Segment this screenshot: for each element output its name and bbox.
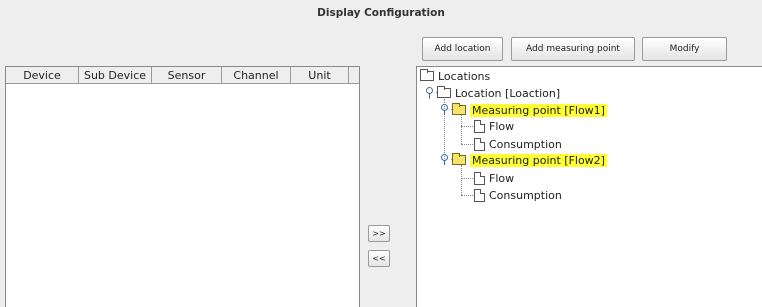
tree-label: Consumption xyxy=(489,188,562,202)
column-header-sub-device[interactable]: Sub Device xyxy=(79,67,152,83)
page-title: Display Configuration xyxy=(317,7,445,19)
collapse-toggle-icon[interactable] xyxy=(440,154,449,165)
tree-connector xyxy=(461,115,462,144)
column-header-unit[interactable]: Unit xyxy=(291,67,349,83)
tree-connector xyxy=(461,178,473,179)
tree-label: Measuring point [Flow2] xyxy=(470,153,607,167)
tree-connector xyxy=(461,126,473,127)
document-icon xyxy=(474,119,485,133)
tree-label: Consumption xyxy=(489,137,562,151)
column-header-channel[interactable]: Channel xyxy=(222,67,291,83)
tree-node-consumption[interactable]: Consumption xyxy=(474,187,562,203)
column-header-device[interactable]: Device xyxy=(6,67,79,83)
tree-node-flow[interactable]: Flow xyxy=(474,118,514,134)
tree-label: Locations xyxy=(438,69,491,83)
device-table[interactable]: Device Sub Device Sensor Channel Unit xyxy=(5,66,360,307)
header-filler xyxy=(349,67,359,83)
tree-node-measuring-point-flow1[interactable]: Measuring point [Flow1] xyxy=(452,102,607,118)
tree-node-locations[interactable]: Locations xyxy=(420,68,490,84)
move-right-button[interactable]: >> xyxy=(368,225,390,242)
tree-label: Flow xyxy=(489,171,515,185)
document-icon xyxy=(474,188,485,202)
table-header: Device Sub Device Sensor Channel Unit xyxy=(6,67,359,84)
modify-button[interactable]: Modify xyxy=(642,37,727,61)
folder-icon xyxy=(420,69,434,81)
move-left-button[interactable]: << xyxy=(368,250,390,267)
tree-label: Measuring point [Flow1] xyxy=(470,103,607,117)
add-measuring-point-button[interactable]: Add measuring point xyxy=(511,37,635,61)
folder-icon xyxy=(452,103,466,115)
tree-label: Flow xyxy=(489,119,515,133)
tree-node-consumption[interactable]: Consumption xyxy=(474,136,562,152)
tree-node-measuring-point-flow2[interactable]: Measuring point [Flow2] xyxy=(452,152,607,168)
folder-icon xyxy=(437,86,451,98)
collapse-toggle-icon[interactable] xyxy=(425,87,434,98)
tree-connector xyxy=(461,195,473,196)
add-location-button[interactable]: Add location xyxy=(422,37,503,61)
tree-connector xyxy=(461,165,462,195)
location-tree[interactable]: Locations Location [Loaction] Measuring … xyxy=(416,66,762,307)
tree-node-flow[interactable]: Flow xyxy=(474,170,514,186)
tree-label: Location [Loaction] xyxy=(455,86,561,100)
document-icon xyxy=(474,137,485,151)
document-icon xyxy=(474,171,485,185)
tree-node-location[interactable]: Location [Loaction] xyxy=(437,85,560,101)
column-header-sensor[interactable]: Sensor xyxy=(152,67,222,83)
folder-icon xyxy=(452,153,466,165)
collapse-toggle-icon[interactable] xyxy=(440,104,449,115)
tree-connector xyxy=(461,144,473,145)
